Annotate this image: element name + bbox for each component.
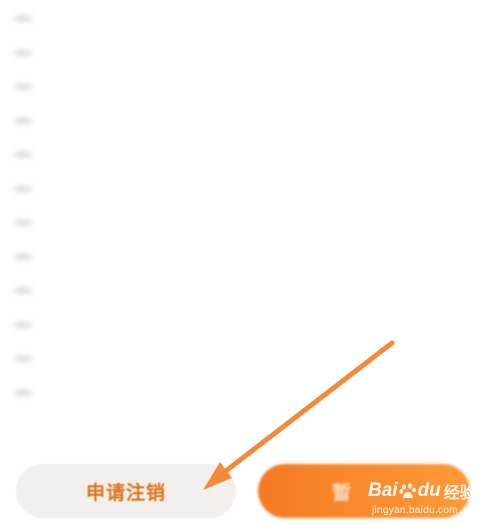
watermark-brand-prefix: Bai xyxy=(368,480,398,501)
terms-line: 一 xyxy=(14,248,33,269)
terms-line: 一 xyxy=(14,44,33,65)
terms-line: 一 xyxy=(14,316,33,337)
terms-line: 一 xyxy=(14,78,33,99)
terms-line: 一 xyxy=(14,180,33,201)
terms-line: 一 xyxy=(14,282,33,303)
terms-line: 一 xyxy=(14,350,33,371)
terms-line: 一 xyxy=(14,146,33,167)
watermark-brand-suffix: du xyxy=(417,480,441,501)
terms-line: 一 xyxy=(14,214,33,235)
terms-line: 一 xyxy=(14,112,33,133)
blurred-terms-text: 一 一 一 一 一 一 一 一 一 一 一 一 xyxy=(14,4,472,412)
baidu-paw-icon xyxy=(399,482,417,500)
apply-cancellation-button[interactable]: 申请注销 xyxy=(16,464,236,518)
watermark-url: jingyan.baidu.com xyxy=(372,505,458,516)
terms-line: 一 xyxy=(14,10,33,31)
baidu-jingyan-watermark: Bai du 经验 jingyan.baidu.com xyxy=(368,478,482,522)
watermark-product: 经验 xyxy=(443,483,476,502)
bottom-fade xyxy=(0,395,486,465)
account-cancellation-screen: 一 一 一 一 一 一 一 一 一 一 一 一 申请注销 暂 Bai xyxy=(0,0,486,525)
